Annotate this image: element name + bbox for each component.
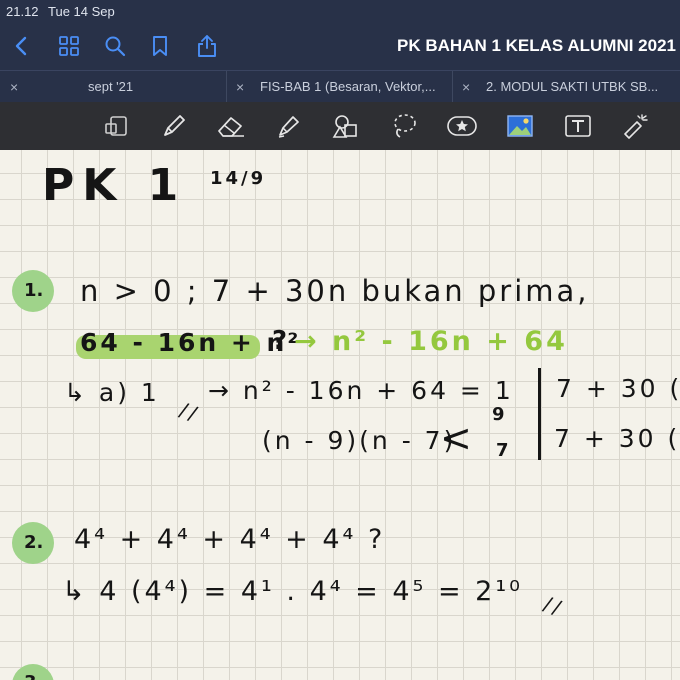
divider-line [538,368,541,460]
problem-1-number: 1. [24,280,44,301]
problem-1-rewrite: → n² - 16n + 64 [294,326,568,357]
highlighter-icon[interactable] [271,110,305,142]
status-bar: 21.12 Tue 14 Sep [0,0,680,24]
search-icon[interactable] [101,32,129,60]
note-canvas[interactable]: PK 1 14/9 1. n > 0 ; 7 + 30n bukan prima… [0,150,680,680]
bookmark-icon[interactable] [146,32,174,60]
close-icon[interactable]: × [462,71,470,103]
text-icon[interactable] [561,110,595,142]
eraser-icon[interactable] [214,110,248,142]
lasso-select-icon[interactable] [99,110,133,142]
pen-icon[interactable] [157,110,191,142]
problem-2-statement: 4⁴ + 4⁴ + 4⁴ + 4⁴ ? [74,524,386,555]
problem-1-factorization: (n - 9)(n - 7) [262,426,457,455]
note-title: PK 1 [42,160,187,211]
problem-3-number: 3. [24,672,43,680]
check-1: 7 + 30 (9) [556,374,680,403]
tab-label: FIS-BAB 1 (Besaran, Vektor,... [260,79,436,94]
problem-1-answer-a: ↳ a) 1 [64,378,160,407]
note-date: 14/9 [210,168,267,189]
status-time: 21.12 [6,4,39,19]
laser-pointer-icon[interactable] [619,110,653,142]
grid-icon[interactable] [55,32,83,60]
answer-tick: // [540,591,568,621]
check-2: 7 + 30 (7) [554,424,680,453]
tab-label: 2. MODUL SAKTI UTBK SB... [486,79,659,94]
tab-bar: × sept '21 × FIS-BAB 1 (Besaran, Vektor,… [0,70,680,103]
share-icon[interactable] [193,32,221,60]
root-1: 9 [492,404,508,425]
problem-1-statement: n > 0 ; 7 + 30n bukan prima, [80,274,590,308]
tab-label: sept '21 [88,79,134,94]
problem-1-equation: → n² - 16n + 64 = 1 [208,376,514,405]
status-date: Tue 14 Sep [48,4,115,19]
close-icon[interactable]: × [236,71,244,103]
tab-sept-21[interactable]: × sept '21 [0,71,227,103]
answer-tick: // [176,397,204,427]
lasso-icon[interactable] [387,110,421,142]
sticker-icon[interactable] [445,110,479,142]
root-2: 7 [496,440,512,461]
shapes-icon[interactable] [329,110,363,142]
problem-1-question: ? [272,326,291,356]
tool-bar [0,102,680,150]
problem-1-expression: 64 - 16n + n² [80,328,302,357]
image-icon[interactable] [503,110,537,142]
problem-2-answer: ↳ 4 (4⁴) = 4¹ . 4⁴ = 4⁵ = 2¹⁰ [62,576,523,607]
document-title[interactable]: PK BAHAN 1 KELAS ALUMNI 2021 [397,36,676,56]
close-icon[interactable]: × [10,71,18,103]
branch-symbol: < [440,416,475,460]
tab-modul-sakti[interactable]: × 2. MODUL SAKTI UTBK SB... [452,71,680,103]
problem-2-number: 2. [24,532,44,553]
tab-fis-bab-1[interactable]: × FIS-BAB 1 (Besaran, Vektor,... [226,71,453,103]
back-icon[interactable] [8,32,36,60]
nav-bar: PK BAHAN 1 KELAS ALUMNI 2021 [0,24,680,70]
